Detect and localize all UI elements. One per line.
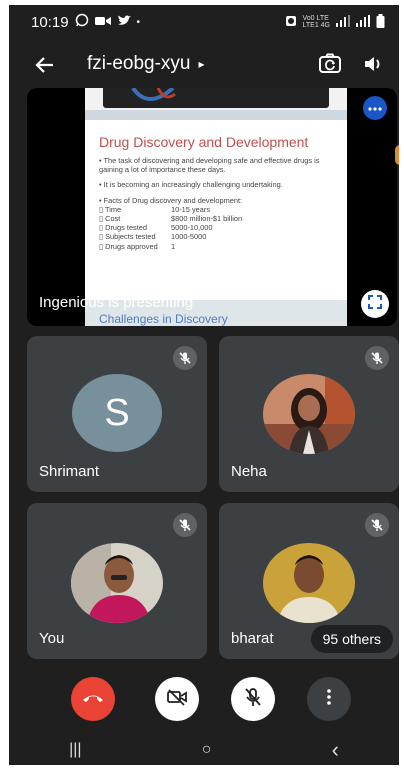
whatsapp-icon [75, 13, 89, 31]
fact-row: ▯ Drugs tested 5000-10,000 [99, 223, 339, 232]
participant-name: bharat [231, 630, 274, 647]
fact-row: ▯ Cost $800 million-$1 billion [99, 214, 339, 223]
fact-key: ▯ Cost [99, 214, 121, 224]
avatar-you [71, 543, 163, 623]
alarm-icon [285, 15, 297, 30]
twitter-icon [117, 14, 131, 31]
fact-key: ▯ Drugs tested [99, 223, 148, 233]
fullscreen-icon [368, 294, 382, 314]
mic-off-icon [173, 346, 197, 370]
slide-body: • The task of discovering and developing… [99, 156, 339, 251]
slide-title: Drug Discovery and Development [99, 134, 309, 150]
participant-tile-neha[interactable]: Neha [219, 336, 399, 492]
avatar-bharat [263, 543, 355, 623]
call-header: fzi-eobg-xyu ▸ [9, 45, 399, 85]
mic-off-icon [365, 346, 389, 370]
fact-key: ▯ Time [99, 204, 122, 214]
avatar-shrimant: S [72, 374, 162, 452]
mic-toggle-button[interactable] [231, 677, 275, 721]
shared-slide: Drug Discovery and Development • The tas… [85, 88, 347, 326]
fact-value: $800 million-$1 billion [171, 214, 243, 224]
mic-off-icon [173, 513, 197, 537]
participant-name: Neha [231, 463, 267, 480]
switch-camera-icon [318, 53, 342, 80]
meeting-code: fzi-eobg-xyu [87, 53, 191, 74]
fact-value: 5000-10,000 [171, 223, 213, 233]
meet-call-screen: 10:19 • Vo0 LTE LTE1 4G fzi-eobg-xyu ▸ D… [9, 5, 399, 765]
speaker-button[interactable] [359, 51, 389, 81]
speaker-icon [363, 54, 385, 79]
dot-icon: • [136, 16, 141, 28]
battery-icon [376, 13, 385, 31]
participant-tile-you[interactable]: You [27, 503, 207, 659]
hang-up-button[interactable] [71, 677, 115, 721]
side-handle[interactable] [395, 145, 399, 165]
fact-row: ▯ Time 10-15 years [99, 205, 339, 214]
video-icon [94, 14, 111, 31]
slide-bullet: • It is becoming an increasingly challen… [99, 180, 283, 190]
mic-off-icon [244, 687, 262, 712]
slide-bullet: • The task of discovering and developing… [99, 156, 320, 175]
fact-value: 10-15 years [171, 204, 211, 214]
others-count-badge[interactable]: 95 others [310, 625, 393, 653]
signal-icon [336, 14, 350, 30]
more-dots-icon [368, 99, 382, 117]
participant-name: You [39, 630, 65, 647]
signal-icon [356, 14, 370, 30]
status-bar: 10:19 • Vo0 LTE LTE1 4G [9, 5, 399, 39]
more-vertical-icon [326, 688, 332, 711]
fact-key: ▯ Drugs approved [99, 241, 158, 251]
slide-bullet: • Facts of Drug discovery and developmen… [99, 195, 243, 205]
hang-up-icon [82, 690, 104, 708]
participant-name: Shrimant [39, 463, 100, 480]
camera-off-icon [167, 688, 187, 711]
fact-value: 1000-5000 [171, 232, 207, 242]
fact-value: 1 [171, 241, 176, 251]
fact-key: ▯ Subjects tested [99, 232, 156, 242]
mic-off-icon [365, 513, 389, 537]
network-label: Vo0 LTE LTE1 4G [302, 15, 331, 29]
camera-toggle-button[interactable] [155, 677, 199, 721]
participant-tile-shrimant[interactable]: S Shrimant [27, 336, 207, 492]
recents-icon[interactable]: ||| [69, 741, 81, 759]
home-icon[interactable]: ○ [202, 741, 212, 759]
slide-band [85, 110, 347, 120]
back-arrow-icon[interactable] [33, 53, 57, 77]
caret-right-icon: ▸ [198, 57, 205, 71]
presentation-tile[interactable]: Drug Discovery and Development • The tas… [27, 88, 397, 326]
fact-row: ▯ Subjects tested 1000-5000 [99, 232, 339, 241]
participant-tile-bharat[interactable]: bharat 95 others [219, 503, 399, 659]
slide-header-strip [85, 88, 347, 110]
system-nav-bar: ||| ○ ‹ [9, 735, 399, 765]
slide-logo-image [103, 88, 329, 108]
switch-camera-button[interactable] [315, 51, 345, 81]
clock: 10:19 [31, 13, 69, 31]
meeting-code-button[interactable]: fzi-eobg-xyu ▸ [87, 53, 205, 75]
pin-button[interactable] [363, 96, 387, 120]
more-options-button[interactable] [307, 677, 351, 721]
next-slide-title: Challenges in Discovery [99, 312, 228, 326]
call-controls [9, 677, 399, 721]
avatar-neha [263, 374, 355, 454]
fact-row: ▯ Drugs approved 1 [99, 242, 339, 251]
back-icon[interactable]: ‹ [332, 737, 339, 763]
fullscreen-button[interactable] [361, 290, 389, 318]
presenting-label: Ingenious is presenting [39, 294, 194, 311]
